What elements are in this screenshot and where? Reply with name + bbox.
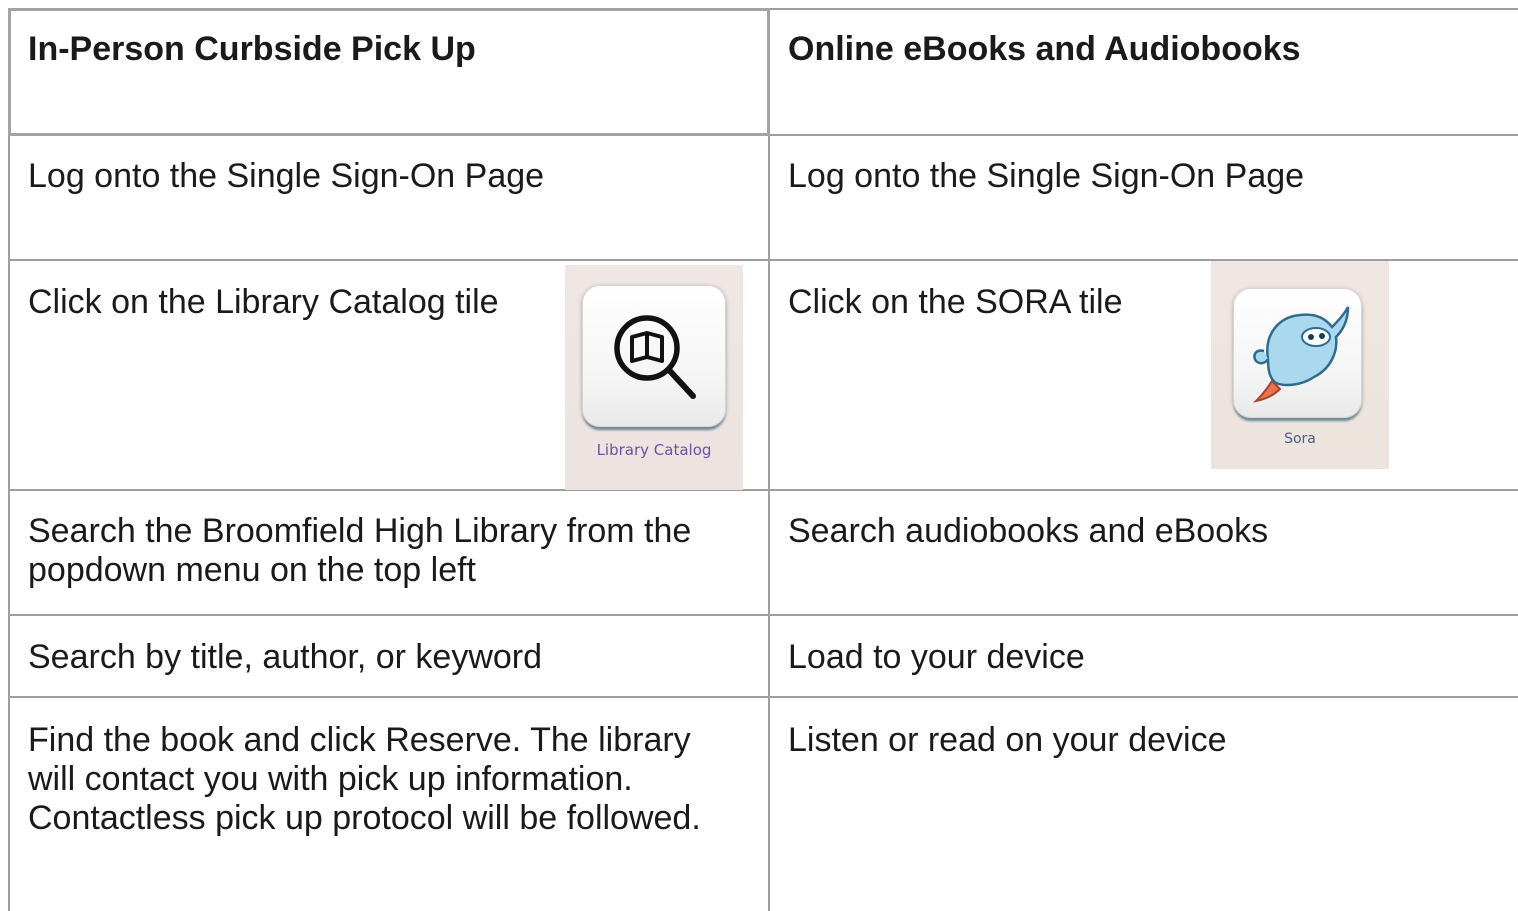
cell-text: Click on the SORA tile bbox=[788, 283, 1123, 321]
table-cell: Search the Broomfield High Library from … bbox=[0, 512, 740, 590]
header-label: In-Person Curbside Pick Up bbox=[28, 30, 476, 68]
library-catalog-tile[interactable]: Library Catalog bbox=[565, 265, 743, 490]
table-cell: Search by title, author, or keyword bbox=[0, 638, 768, 677]
header-cell-curbside: In-Person Curbside Pick Up bbox=[0, 30, 768, 69]
cell-text: Click on the Library Catalog tile bbox=[28, 283, 499, 321]
cell-text: Listen or read on your device bbox=[788, 721, 1227, 759]
sora-tile[interactable]: Sora bbox=[1211, 261, 1389, 469]
table-cell: Find the book and click Reserve. The lib… bbox=[0, 721, 728, 838]
cell-text: Find the book and click Reserve. The lib… bbox=[28, 721, 701, 837]
table-cell: Listen or read on your device bbox=[760, 721, 1518, 760]
cell-text: Log onto the Single Sign-On Page bbox=[788, 157, 1305, 195]
table-cell: Search audiobooks and eBooks bbox=[760, 512, 1518, 551]
library-catalog-tile-button[interactable] bbox=[582, 285, 726, 427]
book-magnifier-icon bbox=[614, 315, 696, 399]
cell-text: Search the Broomfield High Library from … bbox=[28, 512, 692, 589]
row-divider bbox=[8, 489, 1518, 491]
table-cell: Log onto the Single Sign-On Page bbox=[760, 157, 1518, 196]
sora-tile-button[interactable] bbox=[1233, 288, 1362, 418]
sora-tile-label: Sora bbox=[1284, 431, 1316, 447]
header-cell-online: Online eBooks and Audiobooks bbox=[760, 30, 1518, 69]
cell-text: Log onto the Single Sign-On Page bbox=[28, 157, 545, 195]
header-cell-highlight bbox=[8, 8, 770, 136]
table-cell: Click on the SORA tile bbox=[760, 283, 1210, 322]
cell-text: Search by title, author, or keyword bbox=[28, 638, 543, 676]
library-catalog-tile-label: Library Catalog bbox=[596, 441, 712, 459]
cell-text: Load to your device bbox=[788, 638, 1085, 676]
sora-mascot-icon bbox=[1252, 306, 1350, 403]
row-divider bbox=[8, 696, 1518, 698]
cell-text: Search audiobooks and eBooks bbox=[788, 512, 1269, 550]
instructions-table: In-Person Curbside Pick Up Online eBooks… bbox=[0, 0, 1518, 911]
row-divider bbox=[8, 614, 1518, 616]
table-cell: Click on the Library Catalog tile bbox=[0, 283, 540, 322]
table-cell: Load to your device bbox=[760, 638, 1518, 677]
header-label: Online eBooks and Audiobooks bbox=[788, 30, 1301, 68]
column-divider bbox=[768, 8, 770, 911]
table-cell: Log onto the Single Sign-On Page bbox=[0, 157, 768, 196]
